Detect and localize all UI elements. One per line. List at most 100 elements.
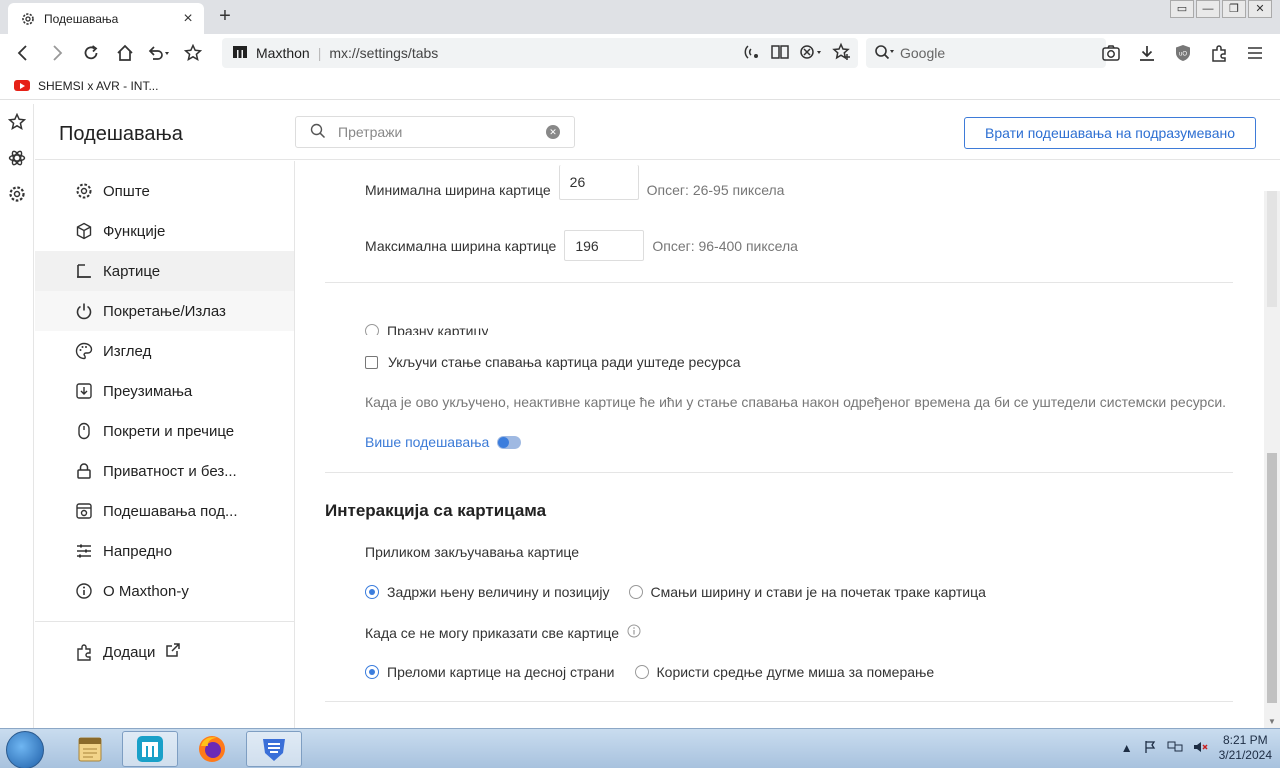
puzzle-icon bbox=[75, 643, 93, 661]
clear-search-icon[interactable]: ✕ bbox=[546, 125, 560, 139]
read-aloud-icon[interactable] bbox=[742, 42, 762, 65]
window-tiles-button[interactable]: ▭ bbox=[1170, 0, 1194, 18]
volume-muted-icon[interactable] bbox=[1193, 740, 1209, 757]
reset-settings-button[interactable]: Врати подешавања на подразумевано bbox=[964, 117, 1256, 149]
svg-text:uO: uO bbox=[1179, 52, 1187, 58]
middle-button-label: Користи средње дугме миша за померање bbox=[656, 664, 935, 680]
site-settings-icon bbox=[75, 502, 93, 520]
max-width-input[interactable]: 196 bbox=[564, 230, 645, 261]
clock-date: 3/21/2024 bbox=[1218, 748, 1272, 762]
menu-icon[interactable] bbox=[1238, 36, 1272, 70]
more-settings-toggle[interactable] bbox=[497, 435, 522, 449]
sleep-checkbox[interactable] bbox=[365, 355, 378, 369]
search-engine-name: Google bbox=[900, 45, 946, 61]
taskbar-notes-app[interactable] bbox=[62, 731, 118, 767]
taskbar-firefox-app[interactable] bbox=[184, 731, 240, 767]
help-info-icon[interactable] bbox=[627, 624, 641, 641]
more-settings-link[interactable]: Више подешавања bbox=[365, 434, 489, 450]
taskbar-app-active[interactable] bbox=[246, 731, 302, 767]
content-scrollbar[interactable]: ▼ bbox=[1264, 191, 1280, 728]
nav-label: Приватност и без... bbox=[103, 462, 237, 480]
add-favorite-icon[interactable] bbox=[832, 42, 852, 65]
empty-tab-radio[interactable] bbox=[365, 324, 379, 335]
min-width-input[interactable]: 26 bbox=[558, 165, 639, 200]
nav-item-downloads[interactable]: Преузимања bbox=[35, 371, 294, 411]
nav-item-features[interactable]: Функције bbox=[35, 211, 294, 251]
tab-strip: Подешавања × + ▭ — ❐ ✕ bbox=[0, 0, 1280, 34]
toolbar-right: uO bbox=[1094, 36, 1272, 70]
home-icon[interactable] bbox=[108, 36, 142, 70]
nav-label: Картице bbox=[103, 262, 161, 280]
extensions-icon[interactable] bbox=[1202, 36, 1236, 70]
taskbar-maxthon-app[interactable] bbox=[122, 731, 178, 767]
favorite-star-icon[interactable] bbox=[176, 36, 210, 70]
reload-icon[interactable] bbox=[74, 36, 108, 70]
close-tab-icon[interactable]: × bbox=[180, 10, 196, 28]
nav-label: Опште bbox=[103, 182, 150, 200]
max-width-label: Максимална ширина картице bbox=[365, 237, 557, 254]
browser-tab[interactable]: Подешавања × bbox=[8, 3, 204, 34]
sleep-description: Када је ово укључено, неактивне картице … bbox=[365, 394, 1227, 410]
close-window-button[interactable]: ✕ bbox=[1248, 0, 1272, 18]
keep-size-radio[interactable] bbox=[365, 585, 379, 599]
wrap-tabs-radio[interactable] bbox=[365, 665, 379, 679]
nav-item-addons[interactable]: Додаци bbox=[35, 632, 294, 672]
settings-search-input[interactable] bbox=[338, 124, 538, 140]
ad-block-icon[interactable] bbox=[798, 42, 824, 65]
scrollbar-thumb[interactable] bbox=[1267, 453, 1277, 703]
shrink-label: Смањи ширину и стави је на почетак траке… bbox=[650, 584, 986, 600]
nav-item-tabs[interactable]: Картице bbox=[35, 251, 294, 291]
reader-mode-icon[interactable] bbox=[770, 42, 790, 65]
nav-item-about[interactable]: О Maxthon-у bbox=[35, 571, 294, 611]
nav-item-advanced[interactable]: Напредно bbox=[35, 531, 294, 571]
address-bar[interactable]: Maxthon | mx://settings/tabs bbox=[222, 38, 858, 68]
nav-item-startup[interactable]: Покретање/Излаз bbox=[35, 291, 294, 331]
back-icon[interactable] bbox=[6, 36, 40, 70]
search-icon bbox=[310, 123, 326, 142]
start-button[interactable] bbox=[6, 731, 44, 768]
clock[interactable]: 8:21 PM 3/21/2024 bbox=[1219, 733, 1272, 763]
nav-item-privacy[interactable]: Приватност и без... bbox=[35, 451, 294, 491]
more-settings-row: Више подешавања bbox=[365, 434, 522, 450]
maxthon-logo-icon bbox=[232, 45, 248, 62]
bookmark-item[interactable]: SHEMSI x AVR - INT... bbox=[38, 79, 158, 93]
restore-button[interactable]: ❐ bbox=[1222, 0, 1246, 18]
gear-icon bbox=[75, 182, 93, 200]
favorites-star-icon[interactable] bbox=[0, 104, 34, 140]
screenshot-icon[interactable] bbox=[1094, 36, 1128, 70]
nav-item-gestures[interactable]: Покрети и пречице bbox=[35, 411, 294, 451]
page-title: Подешавања bbox=[59, 123, 183, 145]
sleep-row: Укључи стање спавања картица ради уштеде… bbox=[365, 354, 741, 370]
download-icon[interactable] bbox=[1130, 36, 1164, 70]
min-width-row: Минимална ширина картице 26 Опсег: 26-95… bbox=[365, 165, 784, 200]
nav-label: Функције bbox=[103, 222, 166, 240]
divider bbox=[325, 701, 1233, 702]
new-tab-button[interactable]: + bbox=[214, 5, 236, 27]
action-center-flag-icon[interactable] bbox=[1143, 740, 1157, 757]
tray-expand-icon[interactable]: ▲ bbox=[1121, 741, 1133, 755]
site-name: Maxthon bbox=[256, 45, 310, 61]
forward-icon[interactable] bbox=[40, 36, 74, 70]
scroll-down-arrow-icon[interactable]: ▼ bbox=[1268, 717, 1276, 726]
middle-button-radio[interactable] bbox=[634, 665, 649, 679]
mouse-icon bbox=[75, 422, 93, 440]
nav-label: Додаци bbox=[103, 643, 156, 661]
nav-item-general[interactable]: Опште bbox=[35, 171, 294, 211]
ublock-icon[interactable]: uO bbox=[1166, 36, 1200, 70]
scrollbar-track-upper bbox=[1267, 191, 1277, 307]
settings-nav: Опште Функције Картице Покретање/Излаз И… bbox=[35, 161, 295, 728]
partial-radio-inner: Празну картицу bbox=[365, 323, 488, 335]
minimize-button[interactable]: — bbox=[1196, 0, 1220, 18]
nav-item-appearance[interactable]: Изглед bbox=[35, 331, 294, 371]
search-box[interactable]: Google bbox=[866, 38, 1106, 68]
nav-label: Преузимања bbox=[103, 382, 193, 400]
network-icon[interactable] bbox=[1167, 740, 1183, 757]
clock-time: 8:21 PM bbox=[1222, 733, 1268, 747]
shrink-radio[interactable] bbox=[628, 585, 643, 599]
ai-assistant-icon[interactable] bbox=[0, 140, 34, 176]
power-icon bbox=[75, 302, 93, 320]
nav-item-site-settings[interactable]: Подешавања под... bbox=[35, 491, 294, 531]
tab-title: Подешавања bbox=[44, 11, 119, 26]
undo-close-icon[interactable] bbox=[142, 36, 176, 70]
settings-gear-icon[interactable] bbox=[0, 176, 34, 212]
